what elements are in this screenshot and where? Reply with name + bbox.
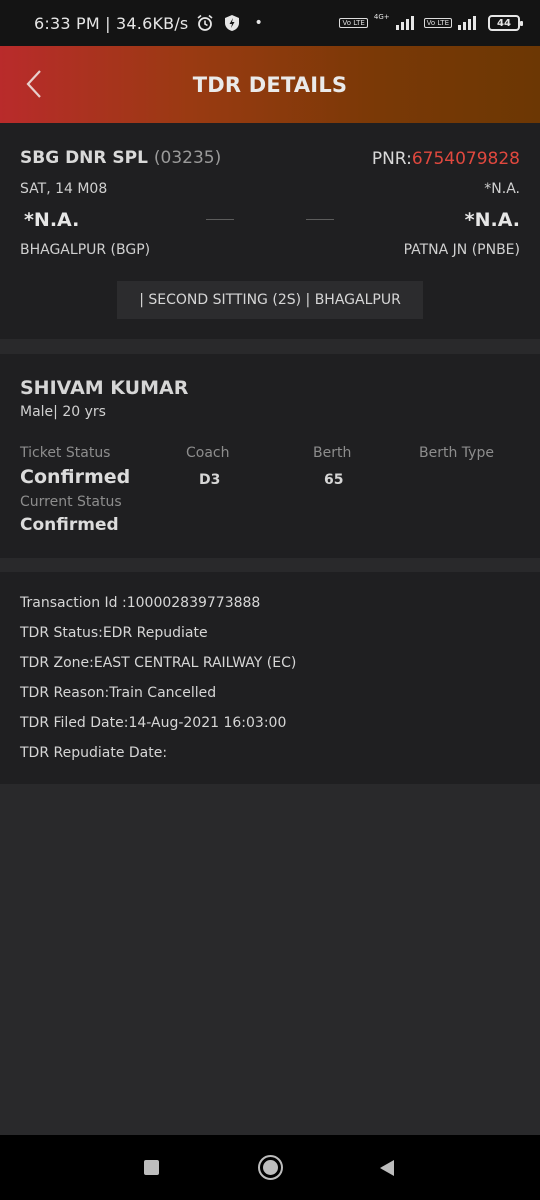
pnr-label: PNR: bbox=[371, 149, 412, 169]
passenger-info: Male| 20 yrs bbox=[20, 404, 106, 420]
network-type-label: 4G+ bbox=[373, 13, 390, 21]
volte-badge-2: Vo LTE bbox=[423, 18, 452, 28]
coach-label: Coach bbox=[186, 445, 230, 461]
from-station: BHAGALPUR (BGP) bbox=[20, 242, 151, 258]
volte-badge-1: Vo LTE bbox=[339, 18, 368, 28]
pnr: PNR:6754079828 bbox=[372, 149, 520, 169]
tdr-reason: TDR Reason:Train Cancelled bbox=[20, 685, 217, 701]
berth-label: Berth bbox=[313, 445, 352, 461]
status-icons bbox=[196, 14, 240, 32]
section-divider bbox=[0, 558, 540, 572]
journey-date-right: *N.A. bbox=[484, 181, 520, 197]
current-status-label: Current Status bbox=[20, 494, 122, 510]
section-divider bbox=[0, 339, 540, 354]
back-triangle-icon[interactable] bbox=[378, 1159, 396, 1177]
status-right-group: Vo LTE 4G+ Vo LTE 44 bbox=[339, 13, 523, 31]
train-name: SBG DNR SPL (03235) bbox=[20, 148, 221, 168]
back-button[interactable] bbox=[14, 64, 54, 104]
to-station: PATNA JN (PNBE) bbox=[403, 242, 520, 258]
app-header: TDR DETAILS bbox=[0, 46, 540, 123]
status-dot: • bbox=[254, 15, 263, 31]
current-status-value: Confirmed bbox=[20, 515, 119, 535]
route-divider bbox=[206, 219, 234, 220]
system-nav-bar bbox=[0, 1135, 540, 1200]
recents-square-icon[interactable] bbox=[144, 1160, 159, 1175]
train-name-text: SBG DNR SPL bbox=[20, 148, 148, 168]
page-title: TDR DETAILS bbox=[192, 72, 348, 97]
status-time-speed: 6:33 PM | 34.6KB/s bbox=[34, 13, 189, 33]
home-circle-icon[interactable] bbox=[258, 1155, 283, 1180]
passenger-name: SHIVAM KUMAR bbox=[20, 377, 189, 399]
berth-value: 65 bbox=[324, 472, 344, 488]
status-bar: 6:33 PM | 34.6KB/s • Vo LTE 4G+ Vo LTE 4… bbox=[0, 0, 540, 46]
tdr-zone: TDR Zone:EAST CENTRAL RAILWAY (EC) bbox=[20, 655, 297, 671]
chevron-left-icon bbox=[26, 70, 41, 98]
journey-date: SAT, 14 M08 bbox=[20, 181, 108, 197]
signal-icon-2 bbox=[458, 16, 476, 30]
tdr-info-card: Transaction Id :100002839773888 TDR Stat… bbox=[0, 572, 540, 784]
ticket-status-label: Ticket Status bbox=[20, 445, 111, 461]
transaction-id: Transaction Id :100002839773888 bbox=[20, 595, 261, 611]
battery-icon: 44 bbox=[488, 15, 523, 31]
route-divider bbox=[306, 219, 334, 220]
class-info-badge: | SECOND SITTING (2S) | BHAGALPUR bbox=[117, 281, 423, 319]
journey-card: SBG DNR SPL (03235) PNR:6754079828 SAT, … bbox=[0, 123, 540, 339]
empty-area bbox=[0, 784, 540, 1135]
berth-type-label: Berth Type bbox=[419, 445, 494, 461]
tdr-status: TDR Status:EDR Repudiate bbox=[20, 625, 208, 641]
arrival-time: *N.A. bbox=[464, 209, 520, 231]
shield-icon bbox=[225, 15, 240, 31]
coach-value: D3 bbox=[199, 472, 221, 488]
passenger-card: SHIVAM KUMAR Male| 20 yrs Ticket Status … bbox=[0, 354, 540, 558]
departure-time: *N.A. bbox=[24, 209, 80, 231]
tdr-repudiate-date: TDR Repudiate Date: bbox=[20, 745, 168, 761]
train-number: (03235) bbox=[153, 148, 222, 168]
pnr-value: 6754079828 bbox=[411, 149, 520, 169]
signal-icon bbox=[395, 16, 414, 30]
alarm-icon bbox=[197, 14, 213, 31]
ticket-status-value: Confirmed bbox=[20, 466, 131, 488]
tdr-filed-date: TDR Filed Date:14-Aug-2021 16:03:00 bbox=[20, 715, 287, 731]
